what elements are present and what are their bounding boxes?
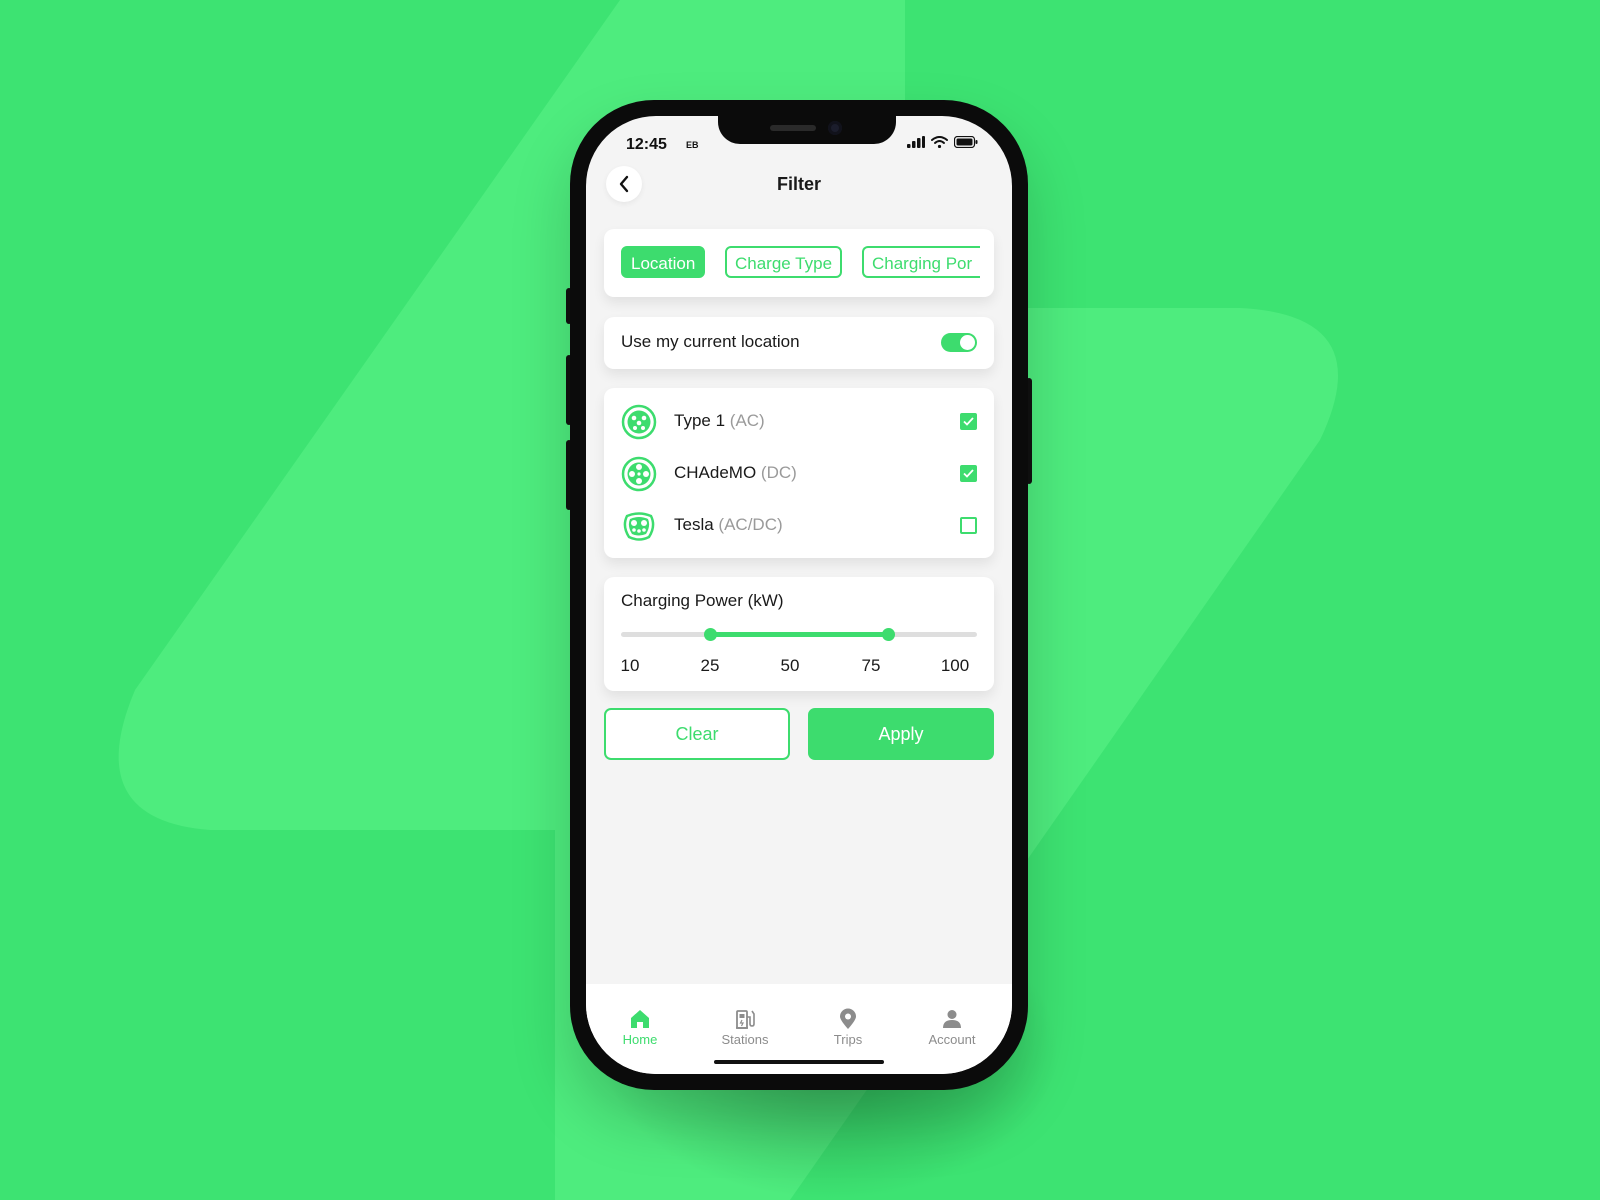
phone-frame: 12:45 EB Filter Location Charge Type Cha…: [570, 100, 1028, 1090]
signal-icon: [907, 136, 925, 148]
plug-name-text: Tesla: [674, 515, 714, 534]
nav-label: Account: [928, 1032, 976, 1047]
charging-power-card: Charging Power (kW) 10 25 50 75 100: [604, 577, 994, 691]
tick-label: 10: [620, 656, 640, 675]
nav-account[interactable]: Account: [912, 1008, 992, 1047]
map-pin-icon: [840, 1008, 856, 1029]
nav-home[interactable]: Home: [600, 1008, 680, 1047]
tesla-checkbox[interactable]: [960, 517, 977, 534]
plug-row-type1[interactable]: Type 1 (AC): [604, 399, 994, 443]
user-icon: [943, 1010, 961, 1028]
plug-name-text: CHAdeMO: [674, 463, 757, 482]
plug-kind: (AC/DC): [718, 515, 783, 534]
home-indicator: [714, 1060, 884, 1064]
check-icon: [963, 469, 974, 478]
bottom-tab-bar: Home Stations Trips Account: [586, 984, 1012, 1074]
tesla-plug-icon: [623, 512, 655, 541]
nav-label: Trips: [833, 1032, 863, 1047]
toggle-knob: [960, 335, 975, 350]
slider-selected-range: [710, 632, 888, 637]
power-range-slider[interactable]: [621, 628, 977, 641]
tab-charging-power[interactable]: Charging Por: [862, 246, 980, 278]
slider-thumb-high[interactable]: [882, 628, 895, 641]
page-title: Filter: [776, 174, 821, 194]
charging-station-icon: [736, 1010, 755, 1029]
plug-kind: (DC): [760, 463, 797, 482]
chademo-checkbox[interactable]: [960, 465, 977, 482]
speaker: [770, 125, 816, 131]
tick-label: 100: [940, 656, 970, 675]
location-label: Use my current location: [621, 332, 800, 351]
type1-checkbox[interactable]: [960, 413, 977, 430]
plug-row-tesla[interactable]: Tesla (AC/DC): [604, 503, 994, 547]
plug-name: CHAdeMO (DC): [674, 463, 797, 483]
plug-name: Tesla (AC/DC): [674, 515, 783, 535]
nav-label: Stations: [721, 1032, 769, 1047]
clear-button[interactable]: Clear: [604, 708, 790, 760]
charging-power-title: Charging Power (kW): [621, 591, 784, 610]
location-toggle[interactable]: [941, 333, 977, 352]
slider-thumb-low[interactable]: [704, 628, 717, 641]
location-card: Use my current location: [604, 317, 994, 369]
apply-button[interactable]: Apply: [808, 708, 994, 760]
plug-name-text: Type 1: [674, 411, 726, 430]
tick-label: 50: [780, 656, 800, 675]
tick-label: 75: [861, 656, 881, 675]
tab-location[interactable]: Location: [621, 246, 706, 278]
check-icon: [963, 417, 974, 426]
notch: [718, 116, 896, 144]
plug-types-card: Type 1 (AC) CHAdeMO (DC) Tesla (AC/DC): [604, 388, 994, 558]
filter-tabs: Location Charge Type Charging Por: [604, 229, 994, 297]
header: Filter: [586, 160, 1012, 212]
plug-kind: (AC): [729, 411, 765, 430]
nav-trips[interactable]: Trips: [808, 1008, 888, 1047]
tab-charge-type[interactable]: Charge Type: [725, 246, 843, 278]
front-camera: [828, 121, 842, 135]
nav-label: Home: [622, 1032, 658, 1047]
plug-name: Type 1 (AC): [674, 411, 765, 431]
home-icon: [631, 1010, 649, 1028]
plug-row-chademo[interactable]: CHAdeMO (DC): [604, 451, 994, 495]
nav-stations[interactable]: Stations: [705, 1008, 785, 1047]
wifi-icon: [931, 136, 948, 148]
slider-ticks: 10 25 50 75 100: [621, 656, 977, 678]
chademo-plug-icon: [621, 456, 657, 492]
tick-label: 25: [700, 656, 720, 675]
type1-plug-icon: [621, 404, 657, 440]
status-carrier: EB: [686, 140, 699, 150]
app-screen: 12:45 EB Filter Location Charge Type Cha…: [586, 116, 1012, 1074]
status-time: 12:45: [626, 136, 667, 153]
status-icons: [907, 136, 978, 148]
battery-icon: [954, 136, 978, 148]
